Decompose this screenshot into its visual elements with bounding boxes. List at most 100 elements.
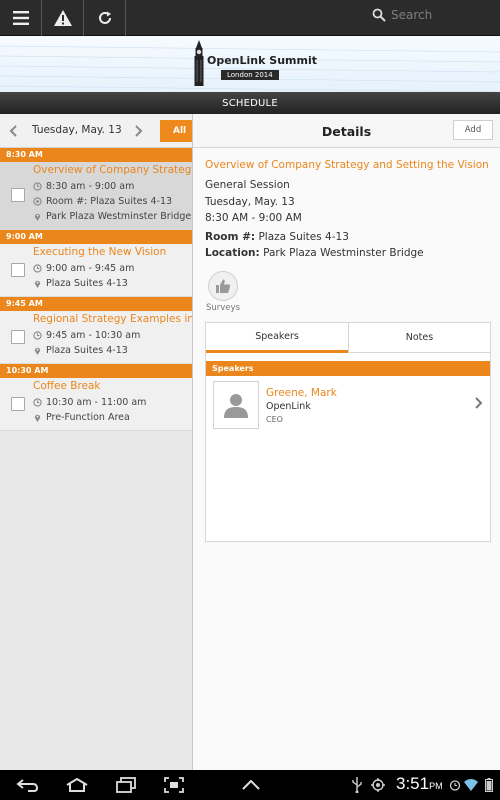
session-location: Plaza Suites 4-13 bbox=[46, 345, 128, 356]
menu-button[interactable] bbox=[0, 0, 42, 36]
location-pin-icon bbox=[34, 347, 41, 355]
session-item[interactable]: Overview of Company Strategy and Setting… bbox=[0, 162, 192, 230]
session-checkbox[interactable] bbox=[11, 330, 25, 344]
session-title: Executing the New Vision bbox=[33, 246, 167, 258]
session-title: Regional Strategy Examples in the bbox=[33, 313, 192, 325]
battery-status bbox=[482, 770, 496, 800]
tab-speakers[interactable]: Speakers bbox=[206, 323, 348, 353]
chevron-left-icon bbox=[9, 125, 17, 137]
session-location: Plaza Suites 4-13 bbox=[46, 278, 128, 289]
surveys-label: Surveys bbox=[206, 303, 240, 313]
battery-icon bbox=[485, 778, 493, 792]
session-time: 9:00 am - 9:45 am bbox=[46, 263, 135, 274]
session-room-row: Room #: Plaza Suites 4-13 bbox=[33, 196, 172, 207]
room-label: Room #: bbox=[205, 231, 256, 243]
room-value: Plaza Suites 4-13 bbox=[258, 231, 349, 243]
session-time-row: 10:30 am - 11:00 am bbox=[33, 397, 146, 408]
current-date: Tuesday, May. 13 bbox=[32, 124, 122, 136]
session-title: Overview of Company Strategy and Setting… bbox=[33, 164, 192, 176]
session-location: Pre-Function Area bbox=[46, 412, 130, 423]
time-header: 9:45 AM bbox=[0, 297, 192, 311]
location-pin-icon bbox=[34, 213, 41, 221]
gps-target-icon bbox=[371, 778, 385, 792]
wifi-status bbox=[463, 770, 479, 800]
previous-day-button[interactable] bbox=[6, 123, 20, 139]
session-time: 9:45 am - 10:30 am bbox=[46, 330, 141, 341]
session-time-range: 8:30 AM - 9:00 AM bbox=[205, 212, 302, 224]
status-clock: 3:51PM bbox=[396, 774, 443, 794]
schedule-title: SCHEDULE bbox=[222, 97, 278, 109]
alarm-clock-icon bbox=[449, 780, 461, 791]
session-checkbox[interactable] bbox=[11, 188, 25, 202]
session-room-row: Room #: Plaza Suites 4-13 bbox=[205, 231, 349, 243]
session-location-row: Plaza Suites 4-13 bbox=[33, 345, 128, 356]
usb-icon bbox=[352, 777, 362, 793]
search-box[interactable]: Search bbox=[372, 8, 432, 22]
hamburger-menu-icon bbox=[12, 10, 29, 25]
session-item[interactable]: Regional Strategy Examples in the 9:45 a… bbox=[0, 311, 192, 364]
system-navigation-bar: 3:51PM bbox=[0, 770, 500, 800]
refresh-button[interactable] bbox=[84, 0, 126, 36]
event-logo: OpenLink Summit London 2014 bbox=[187, 40, 317, 88]
person-placeholder-icon bbox=[224, 394, 248, 418]
refresh-icon bbox=[98, 11, 111, 24]
session-location: Park Plaza Westminster Bridge bbox=[46, 211, 192, 222]
session-time-row: 9:45 am - 10:30 am bbox=[33, 330, 140, 341]
add-button[interactable]: Add bbox=[453, 120, 493, 140]
session-location-row: Location: Park Plaza Westminster Bridge bbox=[205, 247, 424, 259]
session-time-row: 8:30 am - 9:00 am bbox=[33, 181, 134, 192]
clock-time: 3:51 bbox=[396, 774, 430, 793]
session-time: 10:30 am - 11:00 am bbox=[46, 397, 147, 408]
avatar bbox=[213, 381, 259, 429]
speakers-section-header: Speakers bbox=[206, 361, 490, 376]
session-location-row: Pre-Function Area bbox=[33, 412, 130, 423]
all-filter-button[interactable]: All bbox=[160, 120, 192, 142]
search-icon bbox=[372, 8, 386, 22]
location-value: Park Plaza Westminster Bridge bbox=[263, 247, 424, 259]
time-header: 10:30 AM bbox=[0, 364, 192, 378]
menu-up-button[interactable] bbox=[238, 770, 264, 800]
recent-apps-icon bbox=[116, 777, 136, 793]
clock-icon bbox=[33, 398, 42, 407]
surveys-button[interactable] bbox=[208, 271, 238, 301]
screenshot-icon bbox=[164, 777, 184, 793]
speaker-item[interactable]: Greene, Mark OpenLink CEO bbox=[213, 381, 483, 431]
speaker-organization: OpenLink bbox=[266, 401, 311, 412]
location-label: Location: bbox=[205, 247, 260, 259]
screenshot-button[interactable] bbox=[162, 770, 186, 800]
home-button[interactable] bbox=[62, 770, 92, 800]
details-pane: Details Add Overview of Company Strategy… bbox=[193, 114, 500, 770]
session-checkbox[interactable] bbox=[11, 397, 25, 411]
gps-status bbox=[370, 770, 386, 800]
schedule-title-bar: SCHEDULE bbox=[0, 92, 500, 114]
usb-status bbox=[350, 770, 364, 800]
time-header: 8:30 AM bbox=[0, 148, 192, 162]
alert-triangle-icon bbox=[53, 9, 72, 26]
chevron-right-icon bbox=[475, 397, 483, 409]
alarm-status bbox=[448, 770, 462, 800]
recent-apps-button[interactable] bbox=[114, 770, 138, 800]
session-room: Room #: Plaza Suites 4-13 bbox=[46, 196, 173, 207]
session-type: General Session bbox=[205, 179, 290, 191]
session-date: Tuesday, May. 13 bbox=[205, 196, 295, 208]
session-item[interactable]: Coffee Break 10:30 am - 11:00 am Pre-Fun… bbox=[0, 378, 192, 431]
chevron-right-icon bbox=[135, 125, 143, 137]
details-header: Details Add bbox=[193, 114, 500, 148]
back-button[interactable] bbox=[14, 770, 42, 800]
room-icon bbox=[33, 197, 42, 206]
clock-ampm: PM bbox=[429, 781, 443, 791]
session-time-row: 9:00 am - 9:45 am bbox=[33, 263, 134, 274]
session-item[interactable]: Executing the New Vision 9:00 am - 9:45 … bbox=[0, 244, 192, 297]
session-detail-title: Overview of Company Strategy and Setting… bbox=[205, 159, 489, 171]
tab-notes[interactable]: Notes bbox=[348, 323, 490, 353]
speaker-name: Greene, Mark bbox=[266, 387, 337, 399]
session-checkbox[interactable] bbox=[11, 263, 25, 277]
event-banner: OpenLink Summit London 2014 bbox=[0, 36, 500, 92]
clock-icon bbox=[33, 182, 42, 191]
alerts-button[interactable] bbox=[42, 0, 84, 36]
clock-icon bbox=[33, 264, 42, 273]
next-day-button[interactable] bbox=[132, 123, 146, 139]
date-navigator: Tuesday, May. 13 All bbox=[0, 114, 192, 148]
back-arrow-icon bbox=[16, 779, 39, 792]
session-location-row: Plaza Suites 4-13 bbox=[33, 278, 128, 289]
